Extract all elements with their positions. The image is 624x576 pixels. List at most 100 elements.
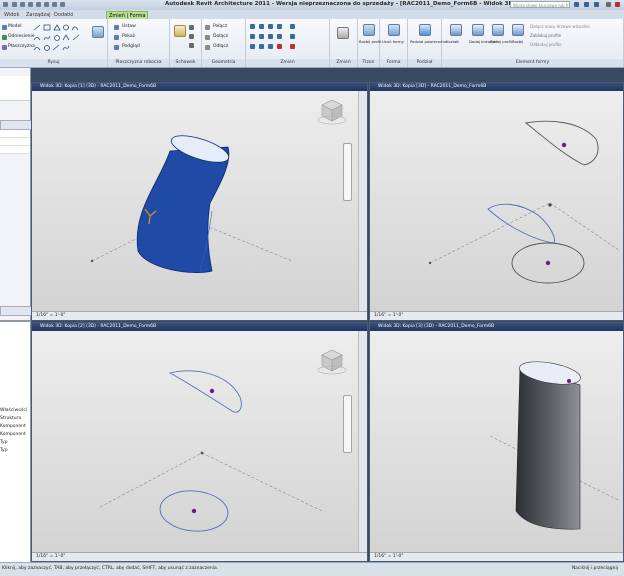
save-icon[interactable] [20,2,25,7]
type-selector[interactable] [0,76,30,101]
match-icon[interactable] [189,43,194,48]
viewcube-icon[interactable] [317,349,347,375]
top-profile[interactable] [168,370,242,413]
delete-icon[interactable] [277,44,282,49]
unpin-icon[interactable] [290,34,295,39]
property-row[interactable] [0,146,30,154]
paste-icon[interactable] [174,25,186,37]
viewport-3d-3[interactable]: Widok 3D: Kopia [2] (3D) - RAC2011_Demo_… [31,322,368,562]
apply-button[interactable] [0,306,32,316]
view-scale[interactable]: 1/16" = 1'-0" [374,554,403,559]
dissolve-button[interactable]: Rozbij profil [359,39,381,45]
undo-icon[interactable] [28,2,33,7]
move-icon[interactable] [250,34,255,39]
viewport-3d-1[interactable]: Widok 3D: Kopia [1] (3D) - RAC2011_Demo_… [31,82,368,321]
close-icon[interactable] [615,2,620,7]
divide-surface-icon[interactable] [419,24,431,36]
navigation-bar[interactable] [343,395,352,453]
view-scale[interactable]: 1/16" = 1'-0" [374,313,403,318]
3d-canvas[interactable] [370,331,624,554]
plane-button[interactable]: Płaszczyzna [8,44,35,50]
mirror-draw-icon[interactable] [277,24,282,29]
search-icon[interactable] [574,2,579,7]
tab-widok[interactable]: Widok [2,11,21,19]
tab-dodatki[interactable]: Dodatki [52,11,75,19]
join-button[interactable]: Połącz [213,24,227,30]
measure-tool-icon[interactable] [337,27,349,39]
remove-icon[interactable] [290,44,295,49]
add-profile-icon[interactable] [492,24,504,36]
model-button[interactable]: Model [8,24,22,30]
mirror-icon[interactable] [268,24,273,29]
gray-form-surface[interactable] [515,366,581,530]
set-button[interactable]: Ustaw [122,24,136,30]
3d-canvas[interactable] [32,331,358,554]
vertical-scrollbar[interactable] [358,331,367,553]
blue-form-surface[interactable] [136,146,230,273]
dissolve-icon[interactable] [363,24,375,36]
view-scale[interactable]: 1/16" = 1'-0" [36,313,65,318]
browser-item[interactable]: Komponent [0,432,26,437]
tab-zarzadzaj[interactable]: Zarządzaj [24,11,53,19]
open-icon[interactable] [12,2,17,7]
draw-on-face-icon[interactable] [92,26,104,38]
draw-tools-icon[interactable] [32,23,88,55]
lock-profiles-button[interactable]: Zablokuj profile [530,33,561,39]
profile-point[interactable] [209,388,215,394]
dissolve-form-icon[interactable] [512,24,524,36]
profile-point[interactable] [191,508,197,514]
trim-icon[interactable] [277,34,282,39]
press-drag-toggle[interactable]: Naciśnij i przeciągnij [572,566,618,571]
text-icon[interactable] [60,2,65,7]
view-scale[interactable]: 1/16" = 1'-0" [36,554,65,559]
detach-button[interactable]: Odłącz [213,44,228,50]
subscription-icon[interactable] [584,2,589,7]
reference-button[interactable]: Odniesienie [8,34,35,40]
attach-button[interactable]: Dołącz [213,34,228,40]
measure-icon[interactable] [44,2,49,7]
show-button[interactable]: Pokaż [122,34,135,40]
redo-icon[interactable] [36,2,41,7]
split-icon[interactable] [250,44,255,49]
x-ray-icon[interactable] [450,24,462,36]
array-icon[interactable] [259,44,264,49]
browser-item[interactable]: Struktura [0,416,21,421]
3d-view-icon[interactable] [52,2,57,7]
add-edge-icon[interactable] [472,24,484,36]
viewport-3d-4[interactable]: Widok 3D: Kopia [3] (3D) - RAC2011_Demo_… [369,322,624,562]
unlock-profiles-button[interactable]: Odblokuj profile [530,42,562,48]
search-input[interactable]: Wpisz słowo kluczowe lub fraz [510,1,570,8]
align-icon[interactable] [250,24,255,29]
dissolve-form-button[interactable]: Rozbij [512,39,523,45]
offset-icon[interactable] [259,24,264,29]
copy-icon[interactable] [189,34,194,39]
top-profile[interactable] [524,120,599,166]
profile-point[interactable] [561,142,567,148]
viewer-button[interactable]: Podgląd [122,44,140,50]
remove-form-icon[interactable] [388,24,400,36]
3d-canvas[interactable] [370,91,624,313]
help-icon[interactable] [594,2,599,7]
pin-icon[interactable] [290,24,295,29]
remove-form-button[interactable]: Usuń formy [382,39,404,45]
add-profile-button[interactable]: Dodaj profil [490,39,512,45]
browser-item[interactable]: Typ [0,448,8,453]
middle-profile[interactable] [487,203,555,244]
browser-item[interactable]: Komponent [0,424,26,429]
browser-item[interactable]: Typ [0,440,8,445]
navigation-bar[interactable] [343,143,352,201]
pick-new-host-button[interactable]: Dołącz nowy drzewo wizualne [530,24,590,30]
profile-point[interactable] [545,260,551,266]
property-row[interactable] [0,130,30,138]
copy-element-icon[interactable] [259,34,264,39]
x-ray-button[interactable]: Kształt [446,39,459,45]
3d-canvas[interactable] [32,91,358,313]
browser-item[interactable]: Właściwości [0,408,27,413]
property-row[interactable] [0,138,30,146]
profile-point[interactable] [567,379,571,383]
rotate-icon[interactable] [268,34,273,39]
scale-icon[interactable] [268,44,273,49]
vertical-scrollbar[interactable] [358,91,367,312]
app-menu-icon[interactable] [3,2,8,7]
minimize-icon[interactable] [606,2,611,7]
